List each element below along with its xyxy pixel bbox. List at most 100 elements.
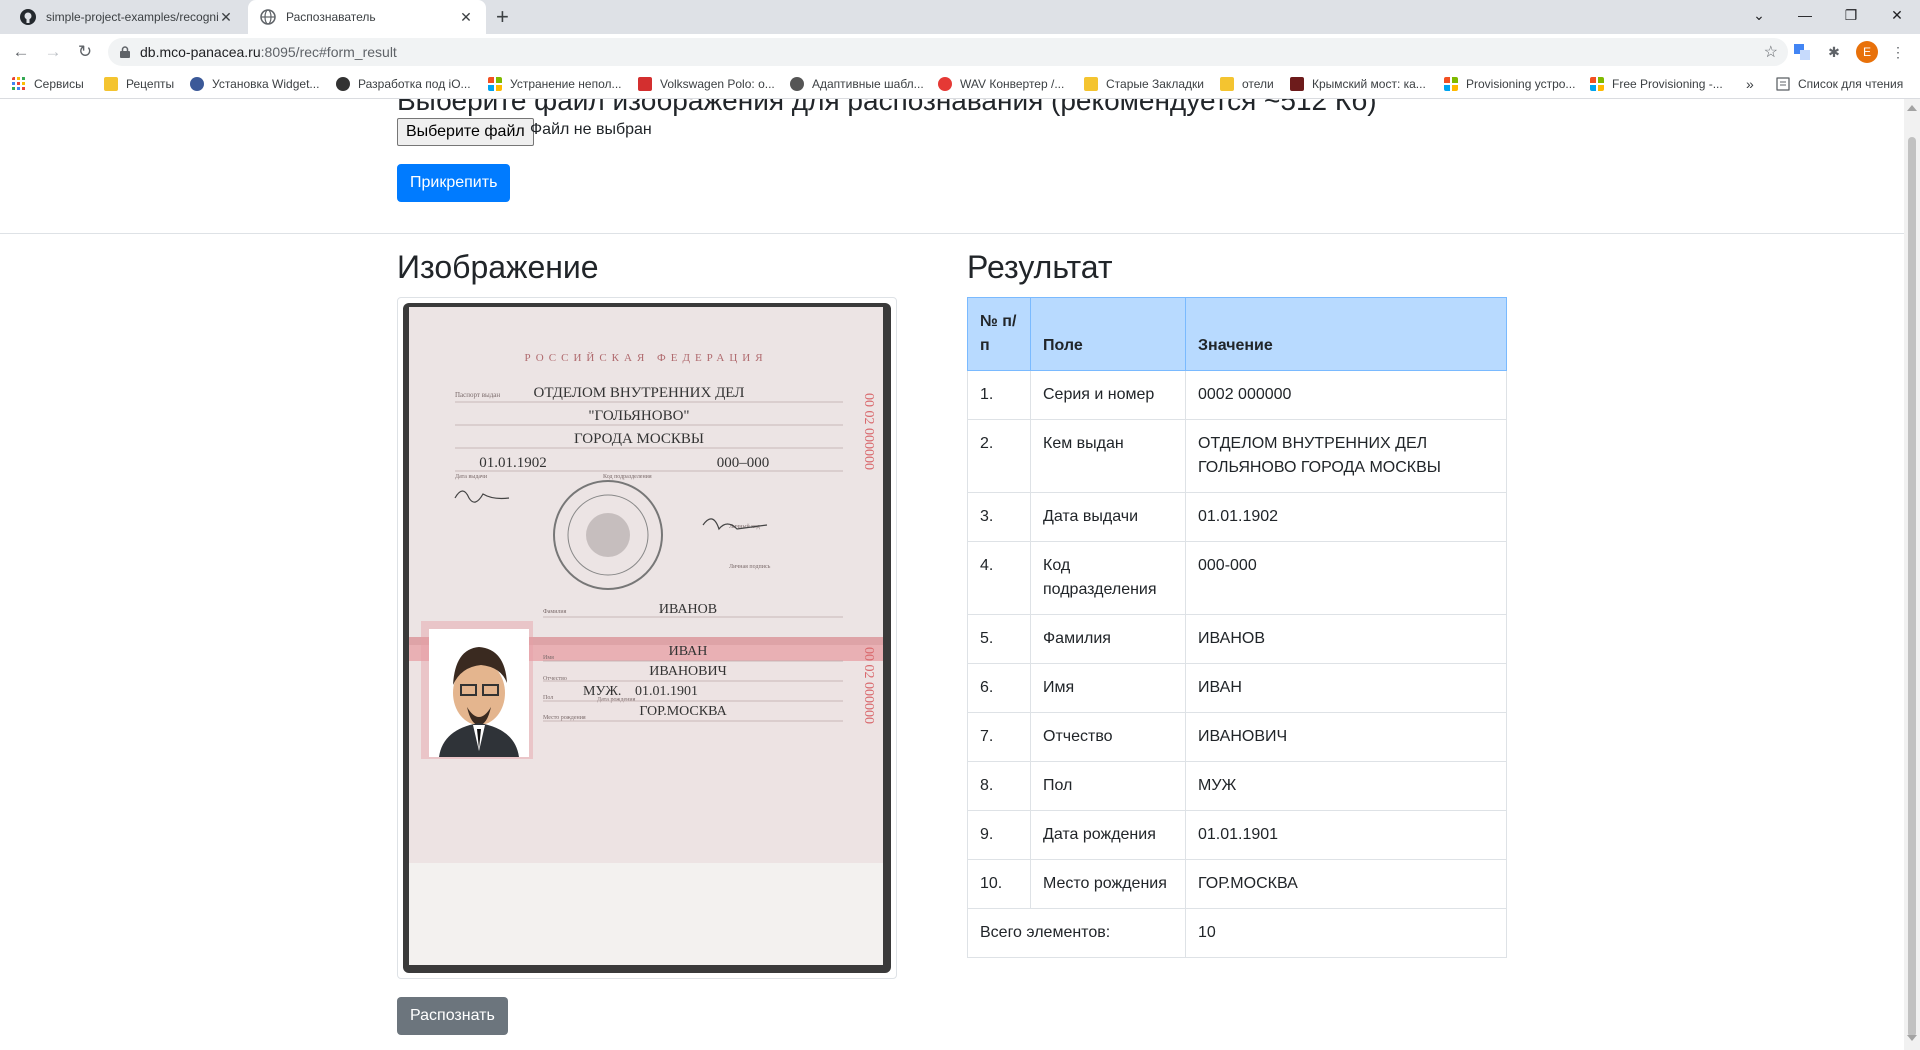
passport-label: Пол (543, 695, 553, 701)
bookmark-item[interactable]: Крымский мост: ка... (1290, 75, 1426, 93)
result-table: № п/п Поле Значение 1. Серия и номер 0002 … (967, 297, 1507, 958)
passport-header: РОССИЙСКАЯ ФЕДЕРАЦИЯ (524, 352, 767, 364)
scroll-thumb[interactable] (1908, 137, 1916, 1037)
bookmark-item[interactable]: Старые Закладки (1084, 75, 1204, 93)
bookmark-item[interactable]: Free Provisioning -... (1590, 75, 1723, 93)
microsoft-icon (1444, 77, 1458, 91)
table-header-row: № п/п Поле Значение (967, 297, 1507, 371)
row-number: 10. (967, 859, 1031, 909)
page-scrollbar[interactable] (1904, 99, 1920, 1050)
close-window-button[interactable]: ✕ (1874, 0, 1920, 30)
passport-image-frame: РОССИЙСКАЯ ФЕДЕРАЦИЯ Паспорт выдан ОТДЕЛ… (397, 297, 897, 979)
table-row: 8. Пол МУЖ (967, 761, 1507, 811)
bookmark-item[interactable]: Рецепты (104, 75, 174, 93)
bookmark-item[interactable]: Разработка под iO... (336, 75, 471, 93)
row-value: ГОР.МОСКВА (1185, 859, 1507, 909)
passport-pob: ГОР.МОСКВА (639, 704, 727, 719)
tab-recognizer[interactable]: Распознаватель ✕ (248, 0, 486, 34)
bookmark-label: отели (1242, 77, 1274, 91)
bookmark-star-icon[interactable]: ☆ (1764, 42, 1778, 62)
passport-label: Дата рождения (597, 697, 636, 703)
translate-icon[interactable] (1792, 42, 1812, 62)
row-number: 6. (967, 663, 1031, 713)
reload-icon[interactable]: ↻ (73, 40, 97, 64)
passport-label: Место рождения (543, 715, 586, 721)
bookmark-label: Установка Widget... (212, 77, 320, 91)
close-tab-icon[interactable]: ✕ (458, 9, 474, 26)
bookmark-item[interactable]: Установка Widget... (190, 75, 319, 93)
apps-icon (12, 77, 25, 90)
column-header-number: № п/п (967, 297, 1031, 371)
bookmark-item[interactable]: Адаптивные шабл... (790, 75, 924, 93)
site-icon (336, 77, 350, 91)
table-row: 5. Фамилия ИВАНОВ (967, 614, 1507, 664)
passport-label: Фамилия (543, 609, 567, 615)
attach-button[interactable]: Прикрепить (397, 164, 511, 202)
bookmark-item[interactable]: Provisioning устро... (1444, 75, 1575, 93)
site-icon (190, 77, 204, 91)
passport-issuer-line2: "ГОЛЬЯНОВО" (588, 408, 689, 424)
bookmark-item[interactable]: Volkswagen Polo: о... (638, 75, 775, 93)
row-number: 7. (967, 712, 1031, 762)
choose-file-button[interactable]: Выберите файл (397, 118, 534, 146)
new-tab-button[interactable]: + (496, 4, 509, 30)
row-value: МУЖ (1185, 761, 1507, 811)
bookmarks-overflow-button[interactable]: » (1746, 75, 1754, 93)
passport-label: Личная подпись (729, 564, 771, 570)
row-value: 000-000 (1185, 541, 1507, 615)
bookmark-label: Старые Закладки (1106, 77, 1204, 91)
close-tab-icon[interactable]: ✕ (218, 9, 234, 26)
github-icon (20, 9, 36, 25)
result-section-title: Результат (967, 249, 1113, 285)
row-field: Дата рождения (1030, 810, 1186, 860)
row-field: Имя (1030, 663, 1186, 713)
restore-button[interactable]: ❐ (1828, 0, 1874, 30)
passport-series-top: 00 02 000000 (861, 393, 876, 470)
profile-avatar[interactable]: E (1856, 41, 1878, 63)
bookmark-item[interactable]: отели (1220, 75, 1274, 93)
globe-icon (260, 9, 276, 25)
row-number: 9. (967, 810, 1031, 860)
passport-label: Код подразделения (603, 474, 652, 480)
forward-icon[interactable]: → (41, 40, 65, 64)
bookmark-apps[interactable]: Сервисы (12, 75, 84, 93)
reading-list-button[interactable]: Список для чтения (1776, 75, 1903, 93)
recognize-button[interactable]: Распознать (397, 997, 508, 1035)
site-icon (638, 77, 652, 91)
passport-surname: ИВАНОВ (659, 602, 717, 617)
minimize-button[interactable]: — (1782, 0, 1828, 30)
bookmark-label: Адаптивные шабл... (812, 77, 924, 91)
tab-search-icon[interactable]: ⌄ (1736, 0, 1782, 30)
passport-image: РОССИЙСКАЯ ФЕДЕРАЦИЯ Паспорт выдан ОТДЕЛ… (403, 303, 891, 973)
passport-dept-code: 000–000 (717, 455, 770, 471)
scroll-up-arrow-icon[interactable] (1907, 105, 1917, 111)
image-section-title: Изображение (397, 249, 599, 285)
passport-dob: 01.01.1901 (635, 684, 698, 699)
row-field: Код подразделения (1030, 541, 1186, 615)
extensions-icon[interactable]: ✱ (1824, 42, 1844, 62)
bookmark-label: Volkswagen Polo: о... (660, 77, 775, 91)
passport-issuer-line3: ГОРОДА МОСКВЫ (574, 431, 704, 447)
menu-icon[interactable]: ⋮ (1888, 42, 1908, 62)
url-path: :8095/rec#form_result (260, 44, 397, 60)
bookmark-item[interactable]: Устранение непол... (488, 75, 622, 93)
row-field: Серия и номер (1030, 370, 1186, 420)
back-icon[interactable]: ← (9, 40, 33, 64)
tab-strip: simple-project-examples/recogni ✕ Распоз… (0, 0, 1920, 34)
bookmark-label: Рецепты (126, 77, 175, 91)
browser-toolbar: ← → ↻ db.mco-panacea.ru:8095/rec#form_re… (0, 34, 1920, 70)
passport-patronymic: ИВАНОВИЧ (649, 664, 726, 679)
row-field: Пол (1030, 761, 1186, 811)
scroll-down-arrow-icon[interactable] (1907, 1035, 1917, 1041)
reading-list-icon (1776, 77, 1790, 91)
site-icon (790, 77, 804, 91)
row-number: 3. (967, 492, 1031, 542)
row-value: ИВАН (1185, 663, 1507, 713)
row-field: Кем выдан (1030, 419, 1186, 493)
address-bar[interactable]: db.mco-panacea.ru:8095/rec#form_result ☆ (108, 38, 1788, 66)
tab-github[interactable]: simple-project-examples/recogni ✕ (8, 0, 246, 34)
upload-heading: Выберите файл изображения для распознава… (397, 99, 1377, 116)
bookmark-item[interactable]: WAV Конвертер /... (938, 75, 1064, 93)
bookmark-label: Разработка под iO... (358, 77, 471, 91)
row-number: 1. (967, 370, 1031, 420)
